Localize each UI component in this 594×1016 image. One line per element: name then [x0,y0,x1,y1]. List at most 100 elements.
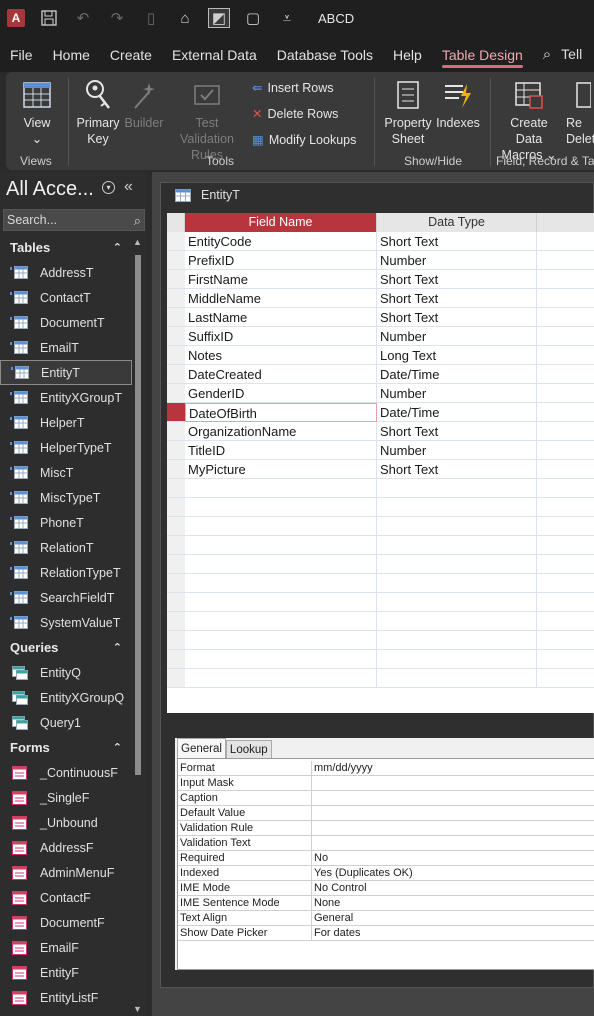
nav-item-table[interactable]: EmailT [0,335,132,360]
data-type-cell[interactable] [377,479,537,498]
tab-general[interactable]: General [177,738,226,758]
property-sheet-button[interactable]: Property Sheet [384,78,432,147]
table-row[interactable]: Notes Long Text [167,346,594,365]
primary-key-button[interactable]: Primary Key [76,78,120,147]
field-name-cell[interactable] [185,479,377,498]
property-row[interactable]: Input Mask [178,776,594,791]
data-type-cell[interactable] [377,650,537,669]
description-cell[interactable] [537,631,594,650]
row-selector[interactable] [167,441,185,460]
description-cell[interactable] [537,650,594,669]
tab-help[interactable]: Help [383,36,432,72]
view-button[interactable]: View ⌄ [16,78,58,147]
table-row[interactable] [167,593,594,612]
data-type-cell[interactable]: Date/Time [377,403,537,422]
nav-item-form[interactable]: AddressF [0,835,132,860]
property-row[interactable]: Validation Rule [178,821,594,836]
nav-item-table[interactable]: SearchFieldT [0,585,132,610]
grid-corner[interactable] [167,213,185,232]
property-row[interactable]: IME Mode No Control [178,881,594,896]
table-row[interactable] [167,574,594,593]
chevron-up-icon[interactable]: ⌃ [113,241,122,254]
nav-item-form[interactable]: _Unbound [0,810,132,835]
builder-button[interactable]: Builder [124,78,164,131]
table-row[interactable]: DateCreated Date/Time [167,365,594,384]
data-type-cell[interactable]: Long Text [377,346,537,365]
property-value[interactable]: Yes (Duplicates OK) [314,867,413,879]
tab-database-tools[interactable]: Database Tools [267,36,383,72]
nav-item-table[interactable]: EntityXGroupT [0,385,132,410]
row-selector[interactable] [167,612,185,631]
nav-item-query[interactable]: Query1 [0,710,132,735]
property-row[interactable]: Required No [178,851,594,866]
field-name-cell[interactable] [185,631,377,650]
data-type-cell[interactable] [377,517,537,536]
field-name-cell[interactable]: Notes [185,346,377,365]
field-name-cell[interactable]: DateOfBirth [185,403,377,422]
property-row[interactable]: Format mm/dd/yyyy [178,761,594,776]
row-selector[interactable] [167,517,185,536]
row-selector[interactable] [167,574,185,593]
table-row[interactable]: SuffixID Number [167,327,594,346]
property-value[interactable]: For dates [314,927,360,939]
description-cell[interactable] [537,384,594,403]
search-icon[interactable]: ⌕ [134,211,141,231]
redo-icon[interactable]: ↷ [100,0,134,36]
data-type-cell[interactable]: Number [377,327,537,346]
nav-item-table[interactable]: EntityT [0,360,132,385]
row-selector[interactable] [167,289,185,308]
data-type-cell[interactable] [377,536,537,555]
data-type-cell[interactable]: Number [377,441,537,460]
property-value[interactable]: No [314,852,328,864]
data-type-cell[interactable]: Short Text [377,308,537,327]
field-name-cell[interactable] [185,612,377,631]
customize-qat-icon[interactable]: ⩡ [270,0,304,36]
row-selector[interactable] [167,270,185,289]
nav-item-table[interactable]: RelationTypeT [0,560,132,585]
field-name-cell[interactable] [185,593,377,612]
insert-rows-button[interactable]: ⇚ Insert Rows [252,80,333,96]
shutter-bar-icon[interactable]: « [124,178,133,196]
row-selector[interactable] [167,555,185,574]
description-cell[interactable] [537,460,594,479]
design-view-icon[interactable]: ◩ [202,0,236,36]
table-row[interactable] [167,612,594,631]
delete-rows-button[interactable]: ✕ Delete Rows [252,106,338,122]
data-type-cell[interactable]: Short Text [377,422,537,441]
data-type-cell[interactable]: Short Text [377,460,537,479]
field-name-cell[interactable]: TitleID [185,441,377,460]
field-name-cell[interactable]: FirstName [185,270,377,289]
nav-item-table[interactable]: RelationT [0,535,132,560]
description-cell[interactable] [537,593,594,612]
property-row[interactable]: Indexed Yes (Duplicates OK) [178,866,594,881]
row-selector[interactable] [167,536,185,555]
row-selector[interactable] [167,422,185,441]
row-selector[interactable] [167,650,185,669]
data-type-cell[interactable] [377,612,537,631]
print-preview-icon[interactable]: ▢ [236,0,270,36]
scroll-down-icon[interactable]: ▼ [133,1004,142,1014]
field-name-cell[interactable] [185,517,377,536]
document-tab[interactable]: EntityT [175,188,240,202]
tab-home[interactable]: Home [43,36,100,72]
row-selector[interactable] [167,251,185,270]
description-cell[interactable] [537,517,594,536]
tab-lookup[interactable]: Lookup [225,740,272,758]
nav-item-table[interactable]: PhoneT [0,510,132,535]
description-cell[interactable] [537,441,594,460]
field-name-cell[interactable] [185,669,377,688]
description-cell[interactable] [537,555,594,574]
property-row[interactable]: Validation Text [178,836,594,851]
property-value[interactable]: No Control [314,882,367,894]
description-cell[interactable] [537,251,594,270]
field-name-cell[interactable]: EntityCode [185,232,377,251]
undo-icon[interactable]: ↶ [66,0,100,36]
nav-item-form[interactable]: EmailF [0,935,132,960]
row-selector[interactable] [167,460,185,479]
description-cell[interactable] [537,232,594,251]
property-row[interactable]: Default Value [178,806,594,821]
property-row[interactable]: Caption [178,791,594,806]
nav-section-tables[interactable]: Tables ⌃ [0,235,132,260]
field-name-cell[interactable] [185,574,377,593]
data-type-cell[interactable]: Number [377,251,537,270]
